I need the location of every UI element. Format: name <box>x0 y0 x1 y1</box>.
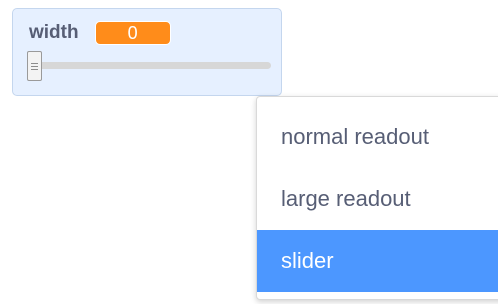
variable-name-label: width <box>29 22 79 43</box>
menu-item-slider[interactable]: slider <box>257 230 498 292</box>
variable-value-badge: 0 <box>94 21 171 45</box>
variable-monitor[interactable]: width 0 <box>12 8 282 96</box>
stage-canvas: width 0 normal readout large readout sli… <box>0 0 498 304</box>
menu-item-normal-readout[interactable]: normal readout <box>257 106 498 168</box>
monitor-context-menu: normal readout large readout slider <box>256 96 498 300</box>
slider-thumb-grip-icon <box>31 63 38 64</box>
slider-thumb[interactable] <box>27 51 42 81</box>
slider-thumb-grip-icon <box>31 66 38 67</box>
monitor-header: width 0 <box>29 21 171 45</box>
menu-item-large-readout[interactable]: large readout <box>257 168 498 230</box>
slider-track[interactable] <box>27 62 271 69</box>
slider-thumb-grip-icon <box>31 69 38 70</box>
variable-slider[interactable] <box>27 51 271 81</box>
